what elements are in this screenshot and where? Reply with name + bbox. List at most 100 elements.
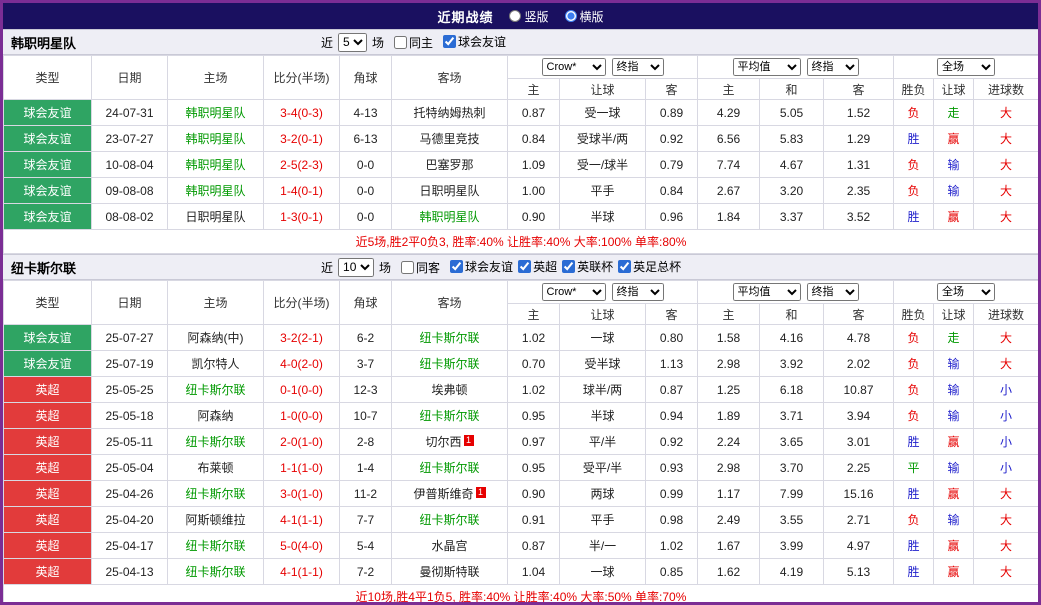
competition-filter[interactable]: 球会友谊 [450,258,513,275]
match-score-link[interactable]: 3-2(0-1) [280,132,323,146]
match-score-link[interactable]: 1-0(0-0) [280,409,323,423]
home-team-link[interactable]: 纽卡斯尔联 [185,563,245,580]
away-team-link[interactable]: 纽卡斯尔联 [419,459,479,476]
average-select[interactable]: 平均值 [733,58,801,76]
home-team-link[interactable]: 阿斯顿维拉 [185,511,245,528]
match-score-link[interactable]: 2-0(1-0) [280,435,323,449]
vertical-radio[interactable] [509,10,521,22]
home-team-link[interactable]: 阿森纳 [197,407,233,424]
away-team-link[interactable]: 日职明星队 [419,182,479,199]
match-count-select[interactable]: 5 [338,33,367,52]
scope-select[interactable]: 全场 [937,283,995,301]
match-score-link[interactable]: 2-5(2-3) [280,158,323,172]
competition-checkbox[interactable] [518,260,531,273]
home-team-link[interactable]: 阿森纳(中) [188,329,244,346]
handicap-home-odds: 0.84 [522,132,545,146]
corner-count: 6-13 [353,132,377,146]
competition-checkbox[interactable] [618,260,631,273]
avg-home-odds: 2.98 [717,461,740,475]
match-score-link[interactable]: 0-1(0-0) [280,383,323,397]
avg-draw-odds: 3.65 [780,435,803,449]
horizontal-radio[interactable] [565,10,577,22]
match-score-link[interactable]: 4-1(1-1) [280,565,323,579]
away-team-link[interactable]: 韩职明星队 [419,208,479,225]
away-team-link[interactable]: 马德里竞技 [419,130,479,147]
home-team-link[interactable]: 韩职明星队 [185,156,245,173]
sub-header-avg-draw: 和 [760,79,824,100]
home-team-link[interactable]: 韩职明星队 [185,182,245,199]
home-team-link[interactable]: 日职明星队 [185,208,245,225]
horizontal-radio-label: 横版 [580,8,604,25]
layout-radio-vertical[interactable]: 竖版 [509,8,548,25]
odds-stage-select[interactable]: 终指 [612,58,664,76]
match-score-link[interactable]: 1-1(1-0) [280,461,323,475]
home-team-link[interactable]: 凯尔特人 [191,355,239,372]
same-venue-filter[interactable]: 同客 [401,259,440,276]
near-label: 近 [321,34,333,51]
same-venue-filter[interactable]: 同主 [394,34,433,51]
home-team-link[interactable]: 纽卡斯尔联 [185,433,245,450]
match-row: 英超25-05-11纽卡斯尔联2-0(1-0)2-8切尔西10.97平/半0.9… [4,429,1039,455]
result-goals: 大 [1000,485,1012,502]
handicap-away-odds: 0.80 [660,331,683,345]
section-filters: 近 10 场 同客 球会友谊英超英联杯英足总杯 [321,258,681,277]
match-score-link[interactable]: 3-4(0-3) [280,106,323,120]
competition-filter[interactable]: 英足总杯 [618,258,681,275]
odds-stage-select[interactable]: 终指 [612,283,664,301]
bookmaker-select[interactable]: Crow* [542,58,606,76]
competition-checkbox[interactable] [562,260,575,273]
match-score-link[interactable]: 1-4(0-1) [280,184,323,198]
away-team-link[interactable]: 伊普斯维奇 [413,485,473,502]
average-stage-select[interactable]: 终指 [807,58,859,76]
competition-filter[interactable]: 英联杯 [562,258,613,275]
layout-radio-horizontal[interactable]: 横版 [565,8,604,25]
avg-home-odds: 2.24 [717,435,740,449]
result-winloss: 负 [908,156,920,173]
same-venue-checkbox[interactable] [401,261,414,274]
match-score-link[interactable]: 5-0(4-0) [280,539,323,553]
avg-home-odds: 1.89 [717,409,740,423]
result-goals: 大 [1000,537,1012,554]
match-score-link[interactable]: 4-0(2-0) [280,357,323,371]
match-score-link[interactable]: 3-0(1-0) [280,487,323,501]
result-winloss: 负 [908,104,920,121]
away-team-link[interactable]: 埃弗顿 [431,381,467,398]
home-team-link[interactable]: 布莱顿 [197,459,233,476]
sub-header-odds-away: 客 [646,79,698,100]
result-winloss: 胜 [908,563,920,580]
match-score-link[interactable]: 3-2(2-1) [280,331,323,345]
col-header-score: 比分(半场) [264,56,340,100]
competition-filter[interactable]: 球会友谊 [443,33,506,50]
competition-checkbox[interactable] [443,35,456,48]
scope-select[interactable]: 全场 [937,58,995,76]
average-select[interactable]: 平均值 [733,283,801,301]
match-date: 25-04-17 [105,539,153,553]
competition-checkbox[interactable] [450,260,463,273]
away-team-link[interactable]: 切尔西 [425,433,461,450]
away-team-link[interactable]: 纽卡斯尔联 [419,511,479,528]
home-team-link[interactable]: 纽卡斯尔联 [185,381,245,398]
result-goals: 大 [1000,156,1012,173]
away-team-link[interactable]: 水晶宫 [431,537,467,554]
avg-home-odds: 2.49 [717,513,740,527]
bookmaker-select[interactable]: Crow* [542,283,606,301]
home-team-link[interactable]: 韩职明星队 [185,130,245,147]
match-count-select[interactable]: 10 [338,258,374,277]
match-score-link[interactable]: 1-3(0-1) [280,210,323,224]
home-team-link[interactable]: 韩职明星队 [185,104,245,121]
average-stage-select[interactable]: 终指 [807,283,859,301]
away-team-link[interactable]: 曼彻斯特联 [419,563,479,580]
same-venue-checkbox[interactable] [394,36,407,49]
away-team-link[interactable]: 纽卡斯尔联 [419,355,479,372]
away-team-link[interactable]: 托特纳姆热刺 [413,104,485,121]
away-team-link[interactable]: 纽卡斯尔联 [419,329,479,346]
handicap-odds-header: Crow* 终指 [508,56,698,79]
away-team-link[interactable]: 巴塞罗那 [425,156,473,173]
competition-filter[interactable]: 英超 [518,258,557,275]
home-team-link[interactable]: 纽卡斯尔联 [185,485,245,502]
home-team-link[interactable]: 纽卡斯尔联 [185,537,245,554]
title-bar: 近期战绩 竖版 横版 [3,3,1038,29]
match-score-link[interactable]: 4-1(1-1) [280,513,323,527]
same-venue-label: 同主 [409,34,433,51]
away-team-link[interactable]: 纽卡斯尔联 [419,407,479,424]
